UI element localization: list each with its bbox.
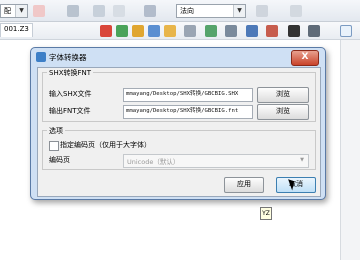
top-toolbar: 配 ▼ 法向 ▼ (0, 0, 360, 22)
flag-icon[interactable] (132, 25, 144, 37)
clear-icon[interactable] (33, 5, 45, 17)
settings-icon[interactable] (184, 25, 196, 37)
dialog-body: SHX转换FNT 输入SHX文件 mmayang/Desktop/SHX转换/G… (37, 67, 321, 197)
codepage-select[interactable]: Unicode（默认） ▼ (123, 154, 309, 168)
dialog-title: 字体转换器 (49, 53, 87, 62)
secondary-toolbar: 001.Z3 (0, 22, 360, 40)
color-icon[interactable] (288, 25, 300, 37)
home-icon[interactable] (100, 25, 112, 37)
zoom-icon[interactable] (256, 5, 268, 17)
right-panel (340, 40, 360, 260)
font-converter-dialog: 字体转换器 X SHX转换FNT 输入SHX文件 mmayang/Desktop… (30, 47, 326, 200)
options-group: 选项 指定编码页（仅用于大字体） 编码页 Unicode（默认） ▼ (42, 126, 316, 170)
linetype-icon[interactable] (308, 25, 320, 37)
lock-icon[interactable] (93, 5, 105, 17)
view-icon[interactable] (144, 5, 156, 17)
codepage-checkbox-label: 指定编码页（仅用于大字体） (60, 141, 151, 149)
options-group-title: 选项 (47, 126, 65, 136)
tooltip: YZ (260, 207, 272, 220)
snap-icon[interactable] (290, 5, 302, 17)
layer-combo-text: 配 (4, 7, 11, 15)
browse-output-button[interactable]: 浏览 (257, 104, 309, 120)
input-shx-field[interactable]: mmayang/Desktop/SHX转换/GBCBIG.SHX (123, 88, 253, 102)
chevron-down-icon[interactable]: ▼ (233, 5, 245, 17)
layer-icon[interactable] (67, 5, 79, 17)
open-icon[interactable] (116, 25, 128, 37)
folder-icon[interactable] (164, 25, 176, 37)
close-button[interactable]: X (291, 50, 319, 66)
codepage-label: 编码页 (49, 156, 70, 164)
app-icon (36, 52, 46, 62)
codepage-checkbox[interactable] (49, 141, 59, 151)
ruler-icon[interactable] (225, 25, 237, 37)
output-fnt-field[interactable]: mmayang/Desktop/SHX转换/GBCBIG.fnt (123, 105, 253, 119)
browse-input-button[interactable]: 浏览 (257, 87, 309, 103)
document-tab-label: 001.Z3 (4, 25, 29, 33)
pointer-icon[interactable] (205, 25, 217, 37)
shx-group-title: SHX转换FNT (47, 68, 94, 78)
shx-group: SHX转换FNT 输入SHX文件 mmayang/Desktop/SHX转换/G… (42, 68, 316, 122)
document-tab[interactable]: 001.Z3 (0, 23, 33, 37)
apply-button[interactable]: 应用 (224, 177, 264, 193)
input-shx-label: 输入SHX文件 (49, 90, 92, 98)
codepage-select-value: Unicode（默认） (127, 158, 180, 166)
text-icon[interactable] (246, 25, 258, 37)
grid-icon[interactable] (113, 5, 125, 17)
style-combo-text: 法向 (180, 7, 194, 15)
output-fnt-label: 输出FNT文件 (49, 107, 91, 115)
chevron-down-icon: ▼ (300, 157, 304, 163)
panel-icon[interactable] (340, 25, 352, 37)
shape-icon[interactable] (266, 25, 278, 37)
brush-icon[interactable] (148, 25, 160, 37)
chevron-down-icon[interactable]: ▼ (15, 5, 27, 17)
layer-combo[interactable]: 配 ▼ (0, 4, 28, 18)
style-combo[interactable]: 法向 ▼ (176, 4, 246, 18)
cancel-button[interactable]: 取消 (276, 177, 316, 193)
